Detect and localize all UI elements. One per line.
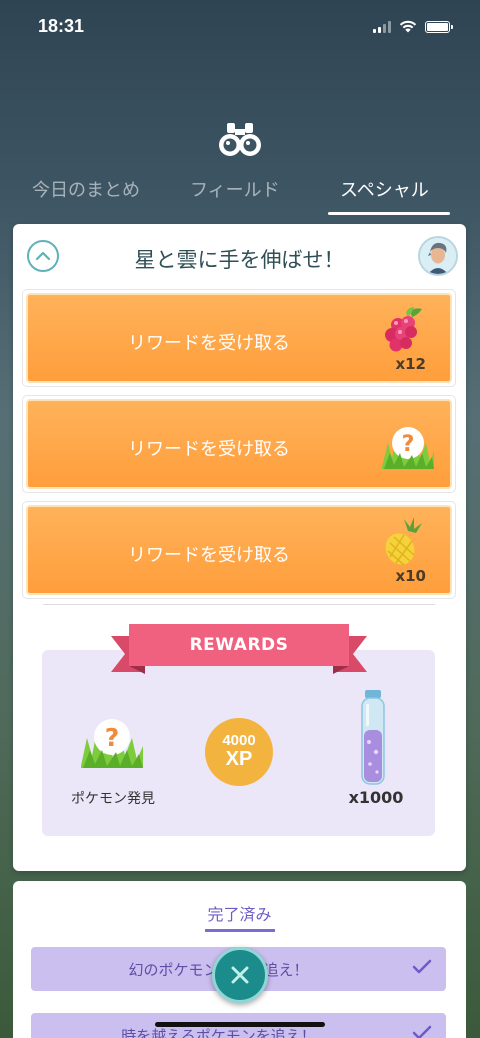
claim-reward-label: リワードを受け取る <box>128 439 290 460</box>
claim-reward-label: リワードを受け取る <box>128 333 290 354</box>
claim-reward-button[interactable]: リワードを受け取る x12 <box>26 293 452 383</box>
claim-reward-button[interactable]: リワードを受け取る x10 <box>26 505 452 595</box>
claim-reward-label: リワードを受け取る <box>128 545 290 566</box>
rewards-banner-text: REWARDS <box>189 635 289 655</box>
xp-unit: XP <box>225 748 253 770</box>
quest-title: 星と雲に手を伸ばせ！ <box>134 248 345 272</box>
status-icons <box>373 20 453 33</box>
reward-row: リワードを受け取る x12 <box>23 290 455 386</box>
pokemon-encounter-icon: ? <box>81 719 143 768</box>
reward-quantity: x12 <box>395 355 426 373</box>
checkmark-icon <box>412 1025 432 1038</box>
signal-icon <box>373 21 391 33</box>
completed-tab-underline <box>205 929 275 932</box>
status-time: 18:31 <box>38 16 85 36</box>
reward-quantity: x10 <box>395 567 426 585</box>
trainer-avatar-icon[interactable] <box>418 236 458 276</box>
pokemon-encounter-label: ポケモン発見 <box>71 791 155 807</box>
tab-field[interactable]: フィールド <box>190 176 280 202</box>
close-button[interactable] <box>212 947 268 1003</box>
pinap-berry-icon <box>385 517 422 566</box>
tab-today-summary[interactable]: 今日のまとめ <box>32 176 140 202</box>
stardust-vial-icon <box>361 690 385 785</box>
stardust-quantity: x1000 <box>348 788 404 807</box>
close-icon <box>231 966 249 984</box>
pokemon-encounter-icon: ? <box>382 427 434 469</box>
status-bar: 18:31 <box>0 0 480 50</box>
wifi-icon <box>399 20 417 33</box>
divider <box>43 604 435 605</box>
active-tab-underline <box>328 212 450 215</box>
svg-text:?: ? <box>105 723 120 752</box>
research-tabs: 今日のまとめ フィールド スペシャル <box>0 170 480 220</box>
tab-completed[interactable]: 完了済み <box>13 901 466 925</box>
xp-amount: 4000 <box>222 732 256 749</box>
xp-reward-badge: 4000 XP <box>205 718 273 786</box>
razz-berry-icon <box>385 307 422 352</box>
home-indicator[interactable] <box>155 1022 325 1027</box>
claim-reward-button[interactable]: リワードを受け取る ? <box>26 399 452 489</box>
tab-special[interactable]: スペシャル <box>340 176 429 202</box>
reward-row: リワードを受け取る x10 <box>23 502 455 598</box>
reward-row: リワードを受け取る ? <box>23 396 455 492</box>
special-research-card: 星と雲に手を伸ばせ！ リワードを受け取る x12 リワードを受け取る ? リワー… <box>13 224 466 871</box>
svg-text:?: ? <box>402 432 415 457</box>
card-header: 星と雲に手を伸ばせ！ <box>13 224 466 286</box>
battery-icon <box>425 21 453 33</box>
checkmark-icon <box>412 959 432 974</box>
binoculars-icon <box>219 123 261 156</box>
